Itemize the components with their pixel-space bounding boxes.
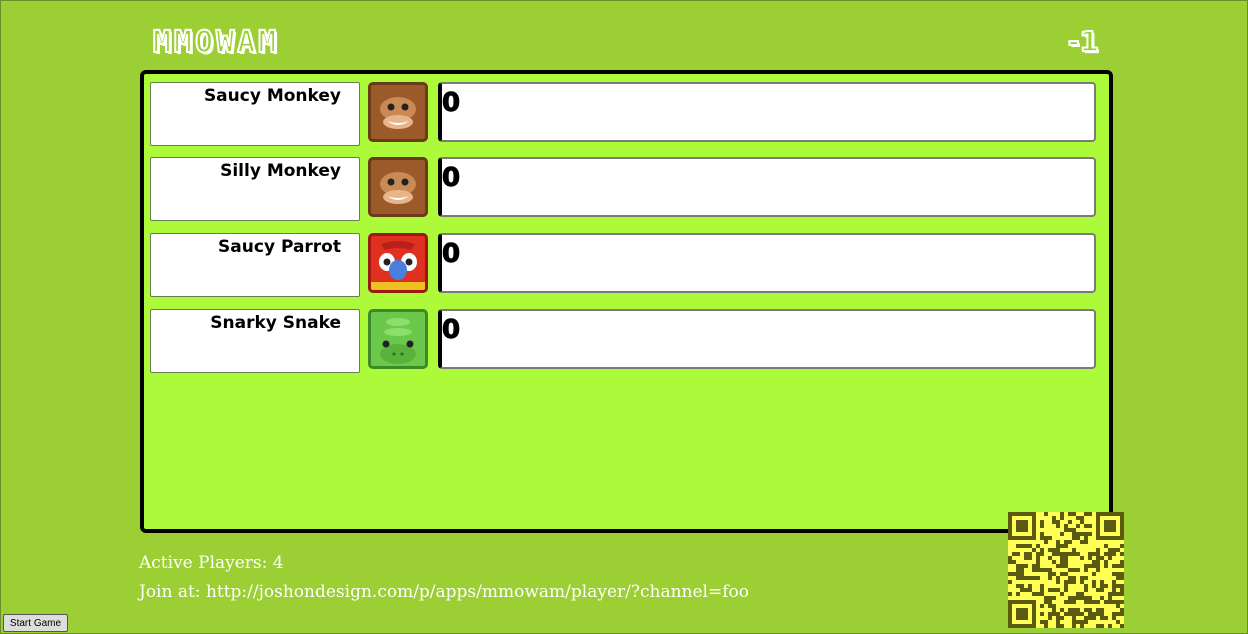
player-name: Snarky Snake — [210, 313, 341, 333]
player-score: 0 — [441, 163, 461, 194]
scoreboard: Saucy Monkey 0 Silly Monkey 0 Saucy Parr… — [140, 70, 1113, 533]
active-players-count: Active Players: 4 — [139, 553, 284, 573]
player-row: Saucy Parrot 0 — [150, 233, 1102, 297]
parrot-avatar-icon — [368, 233, 428, 293]
monkey-avatar-icon — [368, 82, 428, 142]
player-name: Silly Monkey — [220, 161, 341, 181]
player-row: Snarky Snake 0 — [150, 309, 1102, 373]
score-bar: 0 — [438, 82, 1096, 142]
round-counter: -1 — [1067, 24, 1100, 59]
player-score: 0 — [441, 88, 461, 119]
player-name-box: Silly Monkey — [150, 157, 360, 221]
score-bar: 0 — [438, 309, 1096, 369]
player-row: Saucy Monkey 0 — [150, 82, 1102, 146]
player-name-box: Saucy Monkey — [150, 82, 360, 146]
player-row: Silly Monkey 0 — [150, 157, 1102, 221]
start-game-button[interactable]: Start Game — [3, 614, 68, 632]
player-name: Saucy Parrot — [218, 237, 341, 257]
player-score: 0 — [441, 239, 461, 270]
score-bar: 0 — [438, 157, 1096, 217]
player-name-box: Snarky Snake — [150, 309, 360, 373]
player-name: Saucy Monkey — [203, 86, 341, 106]
player-name-box: Saucy Parrot — [150, 233, 360, 297]
monkey-avatar-icon — [368, 157, 428, 217]
join-url: Join at: http://joshondesign.com/p/apps/… — [139, 582, 749, 602]
player-score: 0 — [441, 315, 461, 346]
game-logo: MMOWAM — [152, 24, 280, 61]
qr-code-icon — [1008, 512, 1124, 628]
score-bar: 0 — [438, 233, 1096, 293]
snake-avatar-icon — [368, 309, 428, 369]
